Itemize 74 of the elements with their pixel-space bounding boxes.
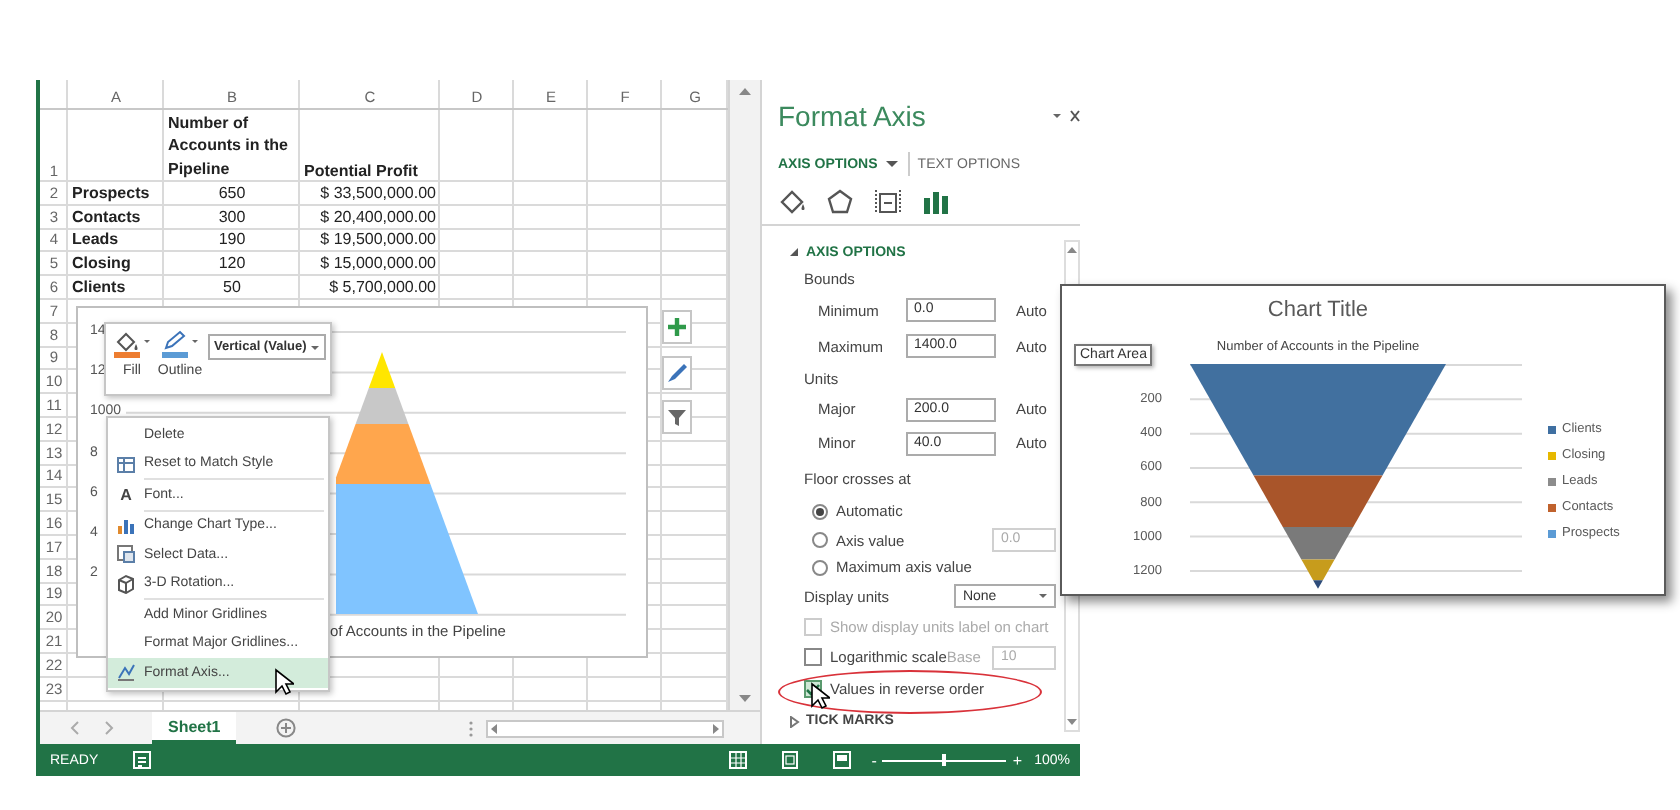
zoom-in-button[interactable]: + bbox=[1012, 751, 1023, 769]
caret-icon bbox=[310, 343, 321, 351]
macro-icon bbox=[132, 750, 153, 770]
plus-button[interactable] bbox=[662, 310, 692, 344]
scroll-up-icon bbox=[738, 86, 752, 96]
scroll-down-icon bbox=[738, 694, 752, 704]
table-cell: 50 bbox=[223, 278, 241, 297]
pentagon-icon bbox=[826, 188, 854, 216]
brush-icon bbox=[666, 362, 688, 384]
brush-button[interactable] bbox=[662, 356, 692, 390]
table-cell: 650 bbox=[218, 183, 246, 202]
zoom-slider[interactable] bbox=[882, 754, 1007, 766]
normal-view-icon bbox=[727, 750, 748, 770]
sheet-tab[interactable]: Sheet1 bbox=[152, 712, 237, 744]
caret-icon bbox=[885, 160, 898, 168]
font-icon: A bbox=[120, 485, 132, 504]
table-cell: $ 20,400,000.00 bbox=[320, 207, 436, 226]
cube-icon bbox=[116, 573, 136, 594]
scroll-right-icon bbox=[710, 721, 723, 735]
table-cell: $ 33,500,000.00 bbox=[320, 183, 436, 202]
splitter-icon bbox=[468, 719, 475, 737]
option-tab[interactable] bbox=[874, 188, 902, 216]
panel-title: Format Axis bbox=[778, 100, 926, 132]
line-chart-icon bbox=[116, 662, 136, 683]
zoom-out-button[interactable]: - bbox=[871, 751, 877, 769]
paint-bucket-icon bbox=[112, 330, 152, 358]
page-layout-icon bbox=[779, 750, 800, 770]
radio-button[interactable] bbox=[812, 532, 828, 548]
scroll-up-icon bbox=[1066, 246, 1079, 254]
close-icon bbox=[1070, 110, 1080, 122]
size-properties-icon bbox=[874, 188, 902, 216]
add-sheet-icon bbox=[276, 718, 297, 738]
option-tab[interactable] bbox=[826, 188, 854, 216]
bar-chart-icon bbox=[922, 188, 950, 216]
table-icon bbox=[116, 544, 136, 565]
table-cell: Prospects bbox=[72, 183, 150, 202]
bar-chart-icon bbox=[116, 515, 136, 536]
paint-bucket-icon bbox=[778, 188, 806, 216]
filter-button[interactable] bbox=[662, 400, 692, 434]
table-cell: Leads bbox=[72, 230, 119, 249]
filter-icon bbox=[666, 406, 688, 428]
page-break-icon bbox=[831, 750, 852, 770]
chart-title: Chart Title bbox=[1265, 296, 1371, 324]
table-cell: 120 bbox=[218, 254, 246, 273]
table-cell: 300 bbox=[218, 207, 246, 226]
plus-icon bbox=[666, 316, 688, 338]
table-cell: 190 bbox=[218, 230, 246, 249]
radio-button[interactable] bbox=[812, 503, 828, 519]
slider-thumb[interactable] bbox=[942, 754, 947, 766]
option-tab[interactable] bbox=[778, 188, 806, 216]
table-cell: $ 5,700,000.00 bbox=[329, 278, 436, 297]
table-cell: Potential Profit bbox=[304, 162, 418, 180]
previous-sheet-icon bbox=[68, 720, 80, 736]
option-tab[interactable] bbox=[922, 188, 950, 216]
page-break-button[interactable] bbox=[831, 750, 852, 770]
scroll-down-icon bbox=[1066, 718, 1079, 726]
table-cell: $ 19,500,000.00 bbox=[320, 230, 436, 249]
pen-icon bbox=[160, 330, 200, 358]
next-sheet-icon bbox=[104, 720, 116, 736]
scrollbar[interactable] bbox=[486, 719, 725, 737]
table-cell-text: Number of Accounts in the Pipeline bbox=[168, 111, 291, 180]
table-icon bbox=[116, 453, 136, 474]
table-cell: $ 15,000,000.00 bbox=[320, 254, 436, 273]
checkbox[interactable] bbox=[804, 648, 822, 666]
normal-view-button[interactable] bbox=[727, 750, 748, 770]
scrollbar[interactable] bbox=[728, 80, 760, 710]
table-cell: Contacts bbox=[72, 207, 141, 226]
dropdown-icon bbox=[1052, 112, 1062, 120]
page-layout-button[interactable] bbox=[779, 750, 800, 770]
table-cell: Closing bbox=[72, 254, 131, 273]
caret-icon bbox=[1038, 592, 1049, 600]
radio-button[interactable] bbox=[812, 559, 828, 575]
scroll-left-icon bbox=[488, 721, 501, 735]
table-cell: Clients bbox=[72, 278, 126, 297]
